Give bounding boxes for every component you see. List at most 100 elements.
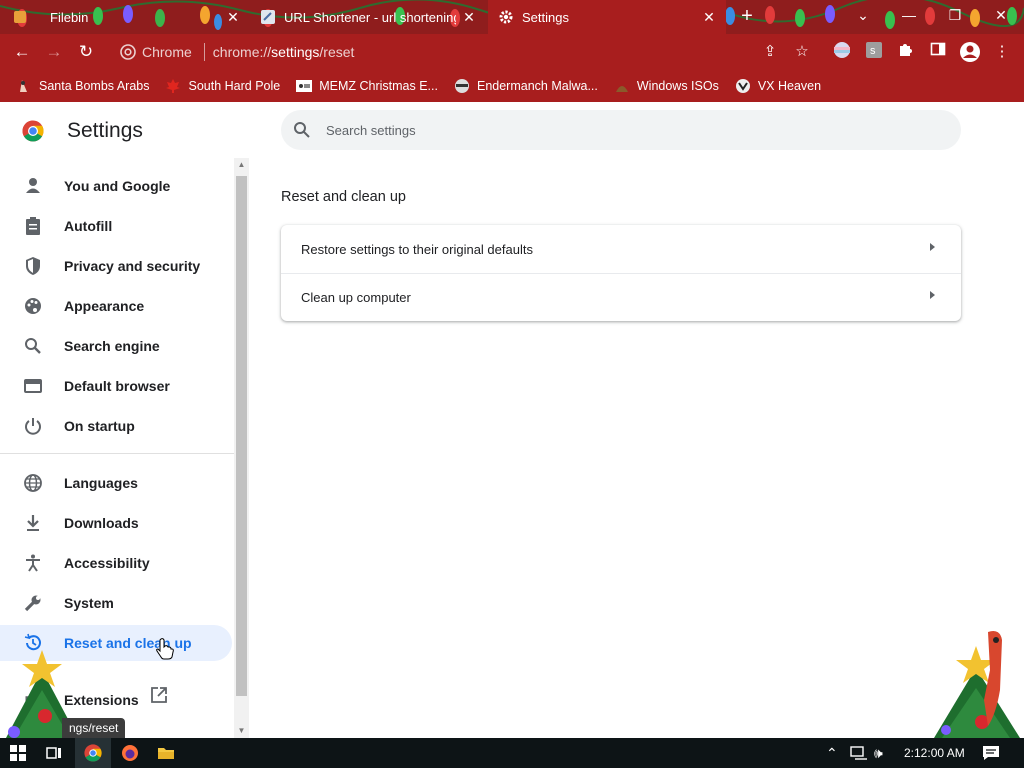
- wrench-icon: [23, 593, 43, 613]
- chrome-logo-icon: [22, 120, 44, 142]
- browser-icon: [23, 376, 43, 396]
- tab-strip: Filebin ✕ URL Shortener - url shortening…: [0, 0, 1024, 34]
- bookmark-memz-christmas[interactable]: MEMZ Christmas E...: [296, 78, 438, 94]
- omnibox[interactable]: Chrome chrome://settings/reset: [108, 38, 758, 66]
- firefox-icon: [122, 745, 138, 761]
- sidebar-item-privacy[interactable]: Privacy and security: [0, 248, 232, 284]
- filebin-favicon: [12, 9, 28, 25]
- back-button[interactable]: ←: [8, 38, 36, 66]
- bookmark-south-hard-pole[interactable]: South Hard Pole: [165, 78, 280, 94]
- bookmark-windows-isos[interactable]: Windows ISOs: [614, 78, 719, 94]
- new-tab-button[interactable]: +: [736, 6, 758, 28]
- tab-url-shortener[interactable]: URL Shortener - url shortening s ✕: [252, 0, 488, 34]
- extension-s-icon[interactable]: s: [863, 41, 885, 63]
- clock[interactable]: 2:12:00 AM: [904, 738, 965, 768]
- share-icon[interactable]: ⇪: [759, 41, 781, 63]
- scroll-down-arrow-icon[interactable]: ▼: [234, 724, 249, 738]
- chrome-icon: [120, 44, 136, 60]
- page-title: Settings: [67, 119, 143, 142]
- sidebar-item-you-and-google[interactable]: You and Google: [0, 168, 232, 204]
- sidebar-item-accessibility[interactable]: Accessibility: [0, 545, 232, 581]
- reload-button[interactable]: ↻: [72, 38, 100, 66]
- forward-button[interactable]: →: [40, 38, 68, 66]
- sidebar-item-search-engine[interactable]: Search engine: [0, 328, 232, 364]
- scroll-up-arrow-icon[interactable]: ▲: [234, 158, 249, 172]
- site-info-chip[interactable]: Chrome: [108, 44, 192, 60]
- bookmark-santa-bombs-arabs[interactable]: Santa Bombs Arabs: [16, 78, 149, 94]
- sidebar-item-languages[interactable]: Languages: [0, 465, 232, 501]
- arrow-right-icon: [930, 243, 935, 251]
- sidebar-item-label: Autofill: [64, 218, 113, 234]
- restore-defaults-row[interactable]: Restore settings to their original defau…: [281, 225, 961, 273]
- taskbar-chrome[interactable]: [75, 738, 111, 768]
- tab-close-icon[interactable]: ✕: [700, 8, 718, 26]
- bookmark-label: South Hard Pole: [188, 79, 281, 93]
- extension-flag-icon[interactable]: [831, 41, 853, 63]
- browser-toolbar: ← → ↻ Chrome chrome://settings/reset ⇪ ☆…: [0, 34, 1024, 70]
- chrome-icon: [84, 744, 102, 762]
- bookmark-star-icon[interactable]: ☆: [791, 41, 813, 63]
- tab-filebin[interactable]: Filebin ✕: [12, 0, 248, 34]
- start-button[interactable]: [0, 738, 36, 768]
- sidebar-item-appearance[interactable]: Appearance: [0, 288, 232, 324]
- open-in-new-icon: [151, 687, 167, 703]
- scrollbar-thumb[interactable]: [236, 176, 247, 696]
- tab-close-icon[interactable]: ✕: [224, 8, 242, 26]
- restore-button[interactable]: ❐: [932, 0, 978, 30]
- bookmark-endermanch-malware[interactable]: Endermanch Malwa...: [454, 78, 598, 94]
- bookmark-vx-heaven[interactable]: VX Heaven: [735, 78, 821, 94]
- network-icon[interactable]: [850, 738, 868, 768]
- windows-logo-icon: [10, 745, 26, 761]
- hand-cursor-icon: [156, 638, 174, 660]
- download-icon: [23, 513, 43, 533]
- sidebar-item-label: Search engine: [64, 338, 160, 354]
- sidebar-item-label: Privacy and security: [64, 258, 201, 274]
- sidebar-item-on-startup[interactable]: On startup: [0, 408, 232, 444]
- search-icon: [23, 336, 43, 356]
- volume-icon[interactable]: 🕪: [874, 738, 883, 768]
- taskbar-file-explorer[interactable]: [148, 738, 184, 768]
- bookmark-label: VX Heaven: [757, 79, 822, 93]
- sidebar-item-autofill[interactable]: Autofill: [0, 208, 232, 244]
- action-center-icon[interactable]: [982, 738, 1000, 768]
- minimize-button[interactable]: —: [886, 0, 932, 30]
- sidebar-item-downloads[interactable]: Downloads: [0, 505, 232, 541]
- globe-icon: [23, 473, 43, 493]
- bookmark-label: Windows ISOs: [636, 79, 719, 93]
- raccoon-icon: [454, 78, 470, 94]
- person-icon: [23, 176, 43, 196]
- task-view-icon: [46, 747, 61, 759]
- sidebar-item-label: Default browser: [64, 378, 170, 394]
- close-window-button[interactable]: ✕: [978, 0, 1024, 30]
- folder-icon: [158, 748, 174, 759]
- show-hidden-icons-chevron-icon[interactable]: ⌃: [826, 738, 838, 768]
- sidebar-item-default-browser[interactable]: Default browser: [0, 368, 232, 404]
- christmas-tree-decoration: [934, 631, 1020, 738]
- search-icon: [294, 122, 310, 138]
- sidebar-item-label: System: [64, 595, 114, 611]
- tab-title: Settings: [522, 9, 569, 25]
- profile-avatar-icon[interactable]: [959, 41, 981, 63]
- menu-kebab-icon[interactable]: ⋮: [991, 41, 1013, 63]
- row-label: Restore settings to their original defau…: [301, 241, 533, 257]
- vx-icon: [735, 78, 751, 94]
- omnibox-separator: [203, 43, 205, 61]
- clean-up-computer-row[interactable]: Clean up computer: [281, 273, 961, 321]
- taskbar-firefox[interactable]: [112, 738, 148, 768]
- bookmark-label: Endermanch Malwa...: [476, 79, 598, 93]
- tab-close-icon[interactable]: ✕: [460, 8, 478, 26]
- sidebar-scrollbar[interactable]: ▲ ▼: [234, 158, 249, 738]
- accessibility-icon: [23, 553, 43, 573]
- sidebar-item-label: Languages: [64, 475, 138, 491]
- search-settings-field[interactable]: Search settings: [281, 110, 961, 150]
- task-view-button[interactable]: [36, 738, 72, 768]
- sidebar-divider: [0, 453, 234, 454]
- tab-search-chevron-icon[interactable]: ⌄: [840, 0, 886, 30]
- puzzle-icon[interactable]: [895, 41, 917, 63]
- shield-icon: [23, 256, 43, 276]
- windows-taskbar: ⌃ 🕪 2:12:00 AM: [0, 738, 1024, 768]
- reset-card: Restore settings to their original defau…: [281, 225, 961, 321]
- sidebar-item-system[interactable]: System: [0, 585, 232, 621]
- side-panel-icon[interactable]: [927, 41, 949, 63]
- tab-settings[interactable]: Settings ✕: [488, 0, 726, 34]
